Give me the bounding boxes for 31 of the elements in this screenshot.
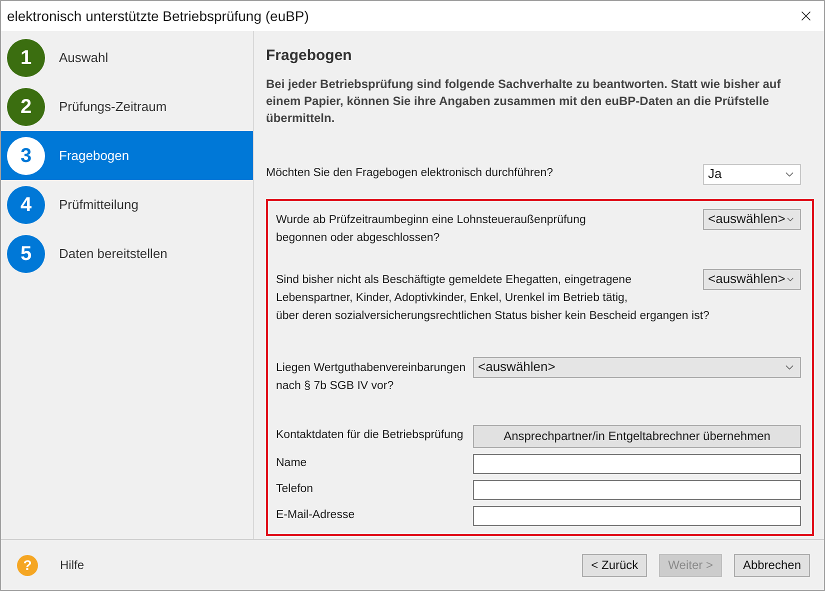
help-link[interactable]: Hilfe [60, 556, 84, 574]
dropdown[interactable]: <auswählen> [703, 208, 801, 230]
adopt-contact-button[interactable]: Ansprechpartner/in Entgeltabrechner übernehmen [473, 424, 801, 448]
input-field[interactable] [473, 480, 801, 500]
step-number-badge: 2 [7, 88, 45, 126]
step-item[interactable]: 5 Daten bereitstellen [1, 229, 253, 278]
dialog-button[interactable]: < Zurück [582, 554, 648, 576]
question-label: Möchten Sie den Fragebogen elektronisch durchführen? [266, 166, 554, 182]
step-number-badge: 5 [7, 234, 45, 272]
dropdown[interactable]: <auswählen> [703, 268, 801, 290]
dropdown[interactable]: <auswählen> [473, 356, 801, 378]
step-item[interactable]: 1 Auswahl [1, 33, 253, 82]
contact-label: Kontaktdaten für die Betriebsprüfung [276, 428, 464, 444]
question-label: Wurde ab Prüfzeitraumbeginn eine Lohnsteueraußenprüfung begonnen oder abgeschlossen? [276, 212, 586, 246]
field-label: Telefon [276, 482, 314, 497]
step-number-badge: 3 [7, 136, 45, 174]
step-number-badge: 1 [7, 38, 45, 76]
question-label: Liegen Wertguthabenvereinbarungen nach § 7b SGB IV vor? [276, 360, 466, 394]
field-label: E-Mail-Adresse [276, 508, 355, 523]
step-item[interactable]: 2 Prüfungs-Zeitraum [1, 82, 253, 131]
input-field[interactable] [473, 506, 801, 526]
intro-text: Bei jeder Betriebsprüfung sind folgende Sachverhalte zu beantworten. Statt wie bisher auf einem Papier, können Sie ihre Angaben zusammen mit den euBP-Daten an die Prüfstelle übermitteln. [266, 76, 782, 126]
step-item[interactable]: 4 Prüfmitteilung [1, 180, 253, 229]
section-heading: Fragebogen [266, 46, 353, 66]
field-label: Name [276, 456, 307, 471]
dialog-button[interactable]: Abbrechen [734, 554, 810, 576]
window-title: elektronisch unterstützte Betriebsprüfung (euBP) [7, 6, 309, 26]
step-item[interactable]: 3 Fragebogen [1, 131, 253, 180]
dropdown[interactable]: Ja [703, 164, 801, 184]
input-field[interactable] [473, 454, 801, 474]
step-number-badge: 4 [7, 186, 45, 224]
